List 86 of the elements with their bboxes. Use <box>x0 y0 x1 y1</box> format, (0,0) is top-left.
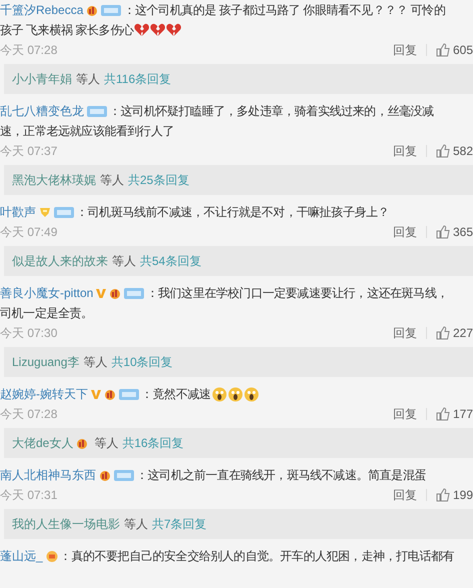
username-link[interactable]: 赵婉婷-婉转天下 <box>0 386 88 402</box>
comment-text: ：这个司机真的是 孩子都过马路了 你眼睛看不见？？？ 可怜的 <box>123 2 446 18</box>
comment-text: 司机一定是全责。 <box>0 304 93 322</box>
reply-username: 我的人生像一场电影 <box>12 516 120 532</box>
member-badge-icon <box>46 550 58 562</box>
reply-username: Lizuguang李 <box>12 354 80 370</box>
timestamp: 今天 07:49 <box>0 224 58 240</box>
replies-summary[interactable]: Lizuguang李 等人 共10条回复 <box>4 347 473 377</box>
timestamp: 今天 07:31 <box>0 486 58 504</box>
username-link[interactable]: 南人北相神马东西 <box>0 466 96 484</box>
broken-heart-icon <box>134 23 150 37</box>
verified-v-icon <box>91 388 101 400</box>
reply-others-label: 等人 <box>83 354 108 370</box>
screaming-face-icon <box>212 386 227 402</box>
like-button[interactable]: 227 <box>436 326 473 340</box>
comment-text: 孩子 飞来横祸 家长多伤心 <box>0 22 134 38</box>
reply-link[interactable]: 回复 <box>392 324 417 342</box>
reply-count-link[interactable]: 共16条回复 <box>122 434 184 452</box>
reply-count-link[interactable]: 共54条回复 <box>140 252 202 270</box>
vip-badge-icon <box>99 470 111 480</box>
vip-badge-icon <box>109 288 122 298</box>
screaming-face-icon <box>228 386 243 402</box>
reply-link[interactable]: 回复 <box>392 42 417 58</box>
reply-link[interactable]: 回复 <box>392 142 417 160</box>
like-button[interactable]: 199 <box>436 488 473 502</box>
like-button[interactable]: 177 <box>436 407 473 421</box>
verified-v-icon <box>96 288 106 298</box>
fan-badge-icon <box>54 206 74 218</box>
reply-count-link[interactable]: 共10条回复 <box>111 354 173 370</box>
reply-others-label: 等人 <box>76 70 100 88</box>
replies-summary[interactable]: 似是故人来的故来 等人 共54条回复 <box>4 246 473 276</box>
reply-others-label: 等人 <box>100 172 124 188</box>
fan-badge-icon <box>124 288 144 298</box>
fan-badge-icon <box>119 388 139 400</box>
reply-username: 小小青年娟 <box>12 70 72 88</box>
replies-summary[interactable]: 黑泡大佬林瑛娓 等人 共25条回复 <box>4 165 473 195</box>
thumbs-up-icon <box>436 488 450 502</box>
comment-text: ：竟然不减速 <box>141 386 211 402</box>
username-link[interactable]: 蓬山远_ <box>0 548 43 564</box>
fan-badge-icon <box>101 4 122 16</box>
reply-others-label: 等人 <box>112 252 136 270</box>
like-button[interactable]: 582 <box>436 144 473 158</box>
comment-text: ：我们这里在学校门口一定要减速要让行，这还在斑马线， <box>146 284 448 302</box>
like-button[interactable]: 605 <box>436 43 473 57</box>
reply-username: 黑泡大佬林瑛娓 <box>12 172 96 188</box>
replies-summary[interactable]: 大佬de女人 等人 共16条回复 <box>4 428 473 458</box>
broken-heart-icon <box>166 23 182 37</box>
reply-username: 似是故人来的故来 <box>12 252 108 270</box>
timestamp: 今天 07:30 <box>0 324 58 342</box>
thumbs-up-icon <box>436 225 450 239</box>
username-link[interactable]: 善良小魔女-pitton <box>0 284 94 302</box>
replies-summary[interactable]: 小小青年娟 等人 共116条回复 <box>4 64 473 94</box>
reply-link[interactable]: 回复 <box>392 486 417 504</box>
thumbs-up-icon <box>436 43 450 57</box>
reply-link[interactable]: 回复 <box>392 224 417 240</box>
reply-others-label: 等人 <box>124 516 148 532</box>
comment-text: ：这司机怀疑打瞌睡了，多处违章，骑着实线过来的，丝毫没减 <box>109 102 434 120</box>
replies-summary[interactable]: 我的人生像一场电影 等人 共7条回复 <box>4 509 473 539</box>
reply-others-label: 等人 <box>94 434 118 452</box>
comment-text: ：司机斑马线前不减速，不让行就是不对，干嘛扯孩子身上？ <box>76 204 390 220</box>
reply-count-link[interactable]: 共25条回复 <box>128 172 190 188</box>
username-link[interactable]: 乱七八糟变色龙 <box>0 102 84 120</box>
like-button[interactable]: 365 <box>436 225 473 239</box>
reply-link[interactable]: 回复 <box>392 406 417 422</box>
vip-badge-icon <box>104 388 116 400</box>
vip-badge-icon <box>76 438 88 448</box>
broken-heart-icon <box>150 23 166 37</box>
thumbs-up-icon <box>436 326 450 340</box>
screaming-face-icon <box>244 386 259 402</box>
comment-text: ：这司机之前一直在骑线开，斑马线不减速。简直是混蛋 <box>136 466 426 484</box>
timestamp: 今天 07:37 <box>0 142 58 160</box>
comment-text: 速，正常老远就应该能看到行人了 <box>0 122 174 140</box>
vip-badge-icon <box>86 4 98 16</box>
medal-icon <box>39 206 51 218</box>
fan-badge-icon <box>114 470 134 480</box>
reply-count-link[interactable]: 共7条回复 <box>152 516 207 532</box>
thumbs-up-icon <box>436 407 450 421</box>
timestamp: 今天 07:28 <box>0 406 58 422</box>
reply-count-link[interactable]: 共116条回复 <box>104 70 172 88</box>
comment-text: ：真的不要把自己的安全交给别人的自觉。开车的人犯困，走神，打电话都有 <box>60 548 454 564</box>
reply-username: 大佬de女人 <box>12 434 74 452</box>
fan-badge-icon <box>87 106 107 116</box>
username-link[interactable]: 千簠汐Rebecca <box>0 2 84 18</box>
timestamp: 今天 07:28 <box>0 42 58 58</box>
username-link[interactable]: 叶歡声 <box>0 204 36 220</box>
thumbs-up-icon <box>436 144 450 158</box>
